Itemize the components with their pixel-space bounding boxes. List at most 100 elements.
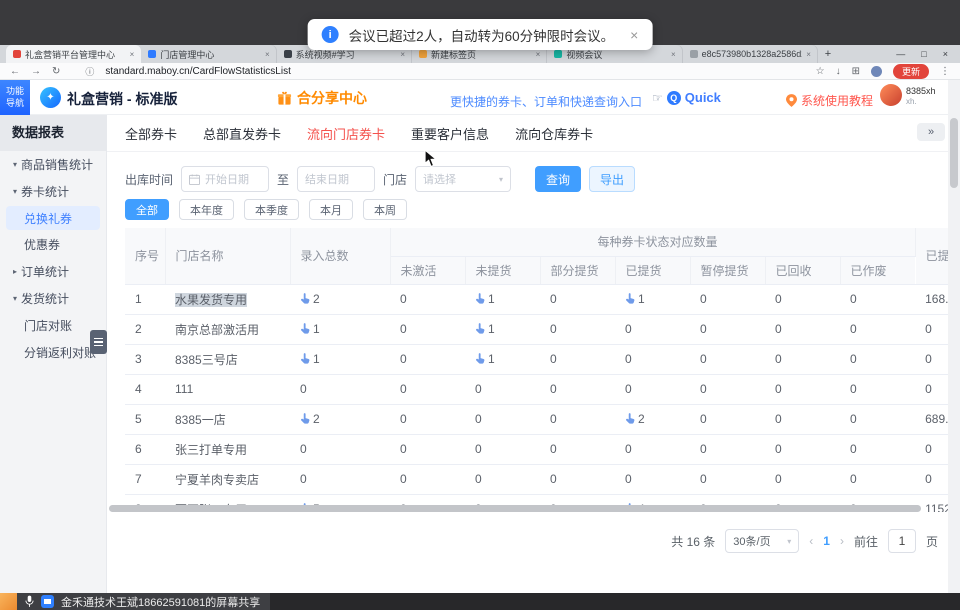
cell-value: 0 [775,382,782,396]
status-count-cell[interactable]: 1 [465,284,540,314]
cell-value: 1 [488,292,495,306]
column-header: 门店名称 [165,228,290,284]
browser-menu-icon[interactable]: ⋮ [940,66,950,77]
vertical-scrollbar-thumb[interactable] [950,118,958,188]
cell-value: 0 [700,322,707,336]
content-tab[interactable]: 全部券卡 [125,124,177,143]
status-count-cell[interactable]: 1 [465,314,540,344]
window-minimize-button[interactable]: — [896,49,905,59]
status-count-cell: 0 [615,314,690,344]
total-count-cell[interactable]: 2 [290,404,390,434]
screen-share-chip: 金禾通技术王斌18662591081的屏幕共享 [17,593,270,610]
page-number-current[interactable]: 1 [823,534,830,548]
status-count-cell[interactable]: 2 [615,404,690,434]
content-tab[interactable]: 流向门店券卡 [307,124,385,143]
status-count-cell[interactable]: 1 [615,284,690,314]
cell-value: 0 [700,382,707,396]
username: 8385xh [906,86,936,96]
status-count-cell: 0 [690,434,765,464]
browser-tab[interactable]: 门店管理中心× [141,45,276,63]
sidebar-item[interactable]: 优惠券 [0,231,106,258]
tab-close-icon[interactable]: × [536,50,541,59]
content-tab[interactable]: 重要客户信息 [411,124,489,143]
function-nav-toggle[interactable]: 功能 导航 [0,80,30,115]
close-icon[interactable]: × [630,27,638,43]
date-range-separator: 至 [277,171,289,188]
store-name-text: 8385一店 [175,413,226,427]
start-date-input[interactable]: 开始日期 [181,166,269,192]
back-button[interactable]: ← [10,66,20,77]
browser-tab[interactable]: e8c573980b1328a2586d2e6l× [683,45,818,63]
total-count-cell[interactable]: 2 [290,284,390,314]
column-header: 已作废 [840,256,915,284]
cell-value: 0 [475,382,482,396]
profile-avatar[interactable] [871,66,882,77]
search-button[interactable]: 查询 [535,166,581,192]
next-page-button[interactable]: › [840,534,844,548]
sidebar-item[interactable]: ▸订单统计 [0,258,106,285]
new-tab-button[interactable]: + [818,45,838,63]
tutorial-link[interactable]: 系统使用教程 [786,92,873,109]
user-avatar[interactable] [880,84,902,106]
pointer-hand-icon [625,413,635,427]
total-count-cell[interactable]: 1 [290,344,390,374]
horizontal-scrollbar[interactable] [109,505,921,512]
sidebar-item[interactable]: ▾商品销售统计 [0,151,106,178]
cell-value: 0 [400,442,407,456]
chevron-right-icon: ▸ [13,267,17,276]
content-tab[interactable]: 流向仓库券卡 [515,124,593,143]
app-logo-icon: ✦ [40,87,61,108]
store-name-cell: 张三打单专用 [165,434,290,464]
tab-close-icon[interactable]: × [265,50,270,59]
range-chip[interactable]: 本季度 [244,199,299,220]
reload-button[interactable]: ↻ [52,66,60,77]
bookmark-star-icon[interactable]: ☆ [816,66,825,77]
download-icon[interactable]: ↓ [836,66,841,77]
end-date-input[interactable]: 结束日期 [297,166,375,192]
window-maximize-button[interactable]: □ [921,49,926,59]
sidebar-collapse-handle[interactable] [90,330,107,354]
panel-collapse-button[interactable]: » [917,123,945,141]
column-header: 已提货 [615,256,690,284]
tab-close-icon[interactable]: × [806,50,811,59]
content-tab[interactable]: 总部直发券卡 [203,124,281,143]
update-button[interactable]: 更新 [893,64,929,79]
page-size-select[interactable]: 30条/页 ▾ [725,529,799,553]
goto-page-input[interactable] [888,529,916,553]
total-count-cell[interactable]: 1 [290,314,390,344]
prev-page-button[interactable]: ‹ [809,534,813,548]
amount-cell: 0 [915,464,948,494]
sidebar-item[interactable]: 兑换礼券 [6,206,100,230]
table-wrapper: 序号门店名称录入总数每种券卡状态对应数量已提货未激活未提货部分提货已提货暂停提货… [125,228,948,512]
range-chip[interactable]: 本年度 [179,199,234,220]
address-bar[interactable]: standard.maboy.cn/CardFlowStatisticsList [105,66,804,77]
forward-button[interactable]: → [31,66,41,77]
range-chip[interactable]: 全部 [125,199,169,220]
window-close-button[interactable]: × [943,49,948,59]
tab-favicon-icon [13,50,21,58]
sidebar-item[interactable]: ▾发货统计 [0,285,106,312]
status-count-cell: 0 [615,374,690,404]
cell-value: 0 [550,292,557,306]
quick-q-icon: Q [667,91,681,105]
cell-value: 1 [488,352,495,366]
tab-close-icon[interactable]: × [130,50,135,59]
status-count-cell[interactable]: 1 [465,344,540,374]
cell-value: 0 [850,412,857,426]
range-chip[interactable]: 本月 [309,199,353,220]
apps-icon[interactable]: ⊞ [852,66,860,77]
export-button[interactable]: 导出 [589,166,635,192]
browser-tab[interactable]: 礼盒营销平台管理中心× [6,45,141,63]
quick-search-link[interactable]: ☞ Q Quick [652,90,721,105]
tab-close-icon[interactable]: × [671,50,676,59]
site-info-icon[interactable]: ⓘ [85,65,94,78]
tab-close-icon[interactable]: × [400,50,405,59]
share-center-link[interactable]: 合分享中心 [277,88,367,108]
tab-favicon-icon [419,50,427,58]
status-count-cell: 0 [465,434,540,464]
meeting-app-avatar[interactable] [0,593,17,610]
range-chip[interactable]: 本周 [363,199,407,220]
status-count-cell: 0 [690,464,765,494]
sidebar-item[interactable]: ▾券卡统计 [0,178,106,205]
calendar-icon [189,174,200,185]
